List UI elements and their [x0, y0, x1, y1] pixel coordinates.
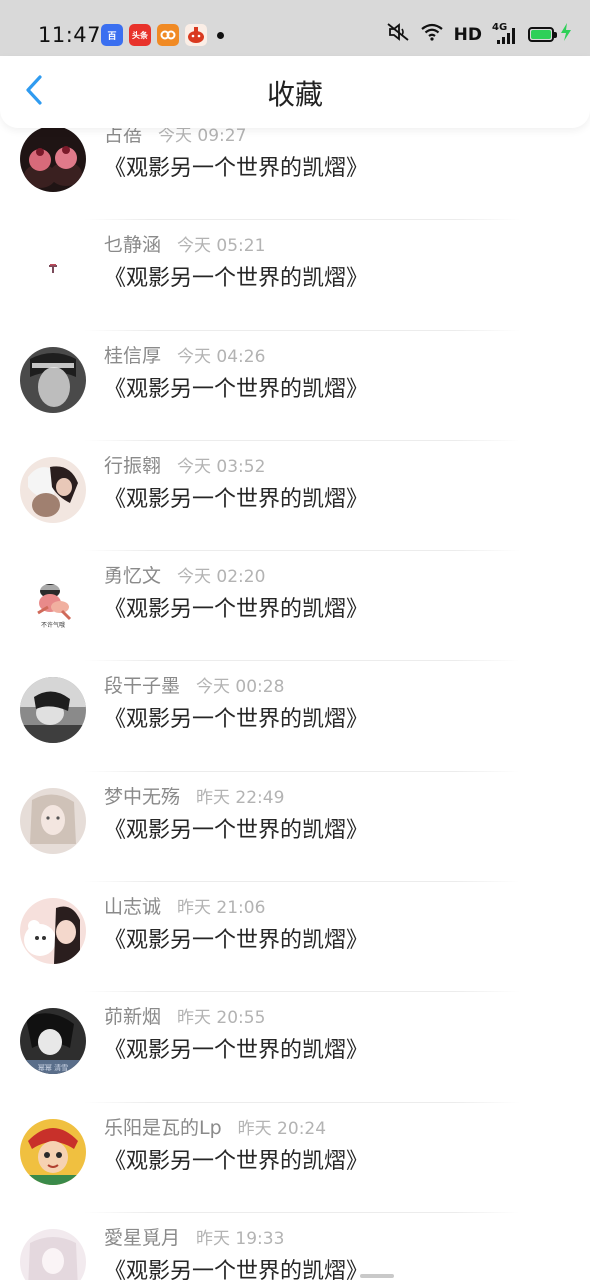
timestamp: 今天 04:26	[177, 346, 266, 367]
page-title: 收藏	[266, 78, 323, 111]
list-item[interactable]: 愛星覓月 昨天 19:33 《观影另一个世界的凯熠》	[0, 1213, 590, 1280]
user-name: 桂信厚	[104, 344, 162, 367]
notification-icons: 百 头条	[101, 24, 224, 46]
battery-icon	[528, 27, 557, 42]
charging-icon	[560, 23, 572, 46]
item-meta: 段干子墨 今天 00:28	[104, 673, 284, 700]
svg-text:不许气哦: 不许气哦	[41, 621, 65, 629]
item-title: 《观影另一个世界的凯熠》	[104, 1258, 369, 1280]
timestamp: 今天 05:21	[177, 236, 266, 257]
item-title: 《观影另一个世界的凯熠》	[104, 1148, 369, 1174]
timestamp: 昨天 20:55	[177, 1008, 266, 1029]
status-time: 11:47	[38, 23, 102, 47]
avatar[interactable]	[20, 677, 86, 744]
network-type-label: HD	[453, 24, 482, 45]
status-bar: 11:47 百 头条 HD 4G	[0, 0, 590, 56]
list-item[interactable]: 山志诚 昨天 21:06 《观影另一个世界的凯熠》	[0, 882, 590, 993]
scroll-indicator	[360, 1274, 394, 1278]
item-title: 《观影另一个世界的凯熠》	[104, 1038, 369, 1064]
user-name: 梦中无殇	[104, 785, 181, 808]
favorites-screen: 11:47 百 头条 HD 4G 收藏 占蓓 今天 09:27 《观影另一个世界…	[0, 0, 590, 1280]
timestamp: 今天 03:52	[177, 456, 266, 477]
timestamp: 今天 02:20	[177, 567, 266, 588]
user-name: 山志诚	[104, 896, 162, 919]
item-meta: 山志诚 昨天 21:06	[104, 894, 265, 921]
item-meta: 愛星覓月 昨天 19:33	[104, 1225, 284, 1252]
avatar[interactable]: 不许气哦	[20, 567, 86, 634]
avatar[interactable]	[20, 1118, 86, 1185]
item-title: 《观影另一个世界的凯熠》	[104, 707, 369, 733]
mute-icon	[386, 22, 410, 47]
item-meta: 茆新烟 昨天 20:55	[104, 1004, 265, 1031]
app-red-icon	[185, 24, 207, 46]
baidu-icon: 百	[101, 24, 123, 46]
cellular-signal-icon: 4G	[492, 22, 518, 45]
item-meta: 桂信厚 今天 04:26	[104, 343, 265, 370]
list-item[interactable]: 段干子墨 今天 00:28 《观影另一个世界的凯熠》	[0, 661, 590, 773]
user-name: 段干子墨	[104, 675, 181, 698]
timestamp: 昨天 20:24	[237, 1118, 327, 1139]
user-name: 行振翱	[104, 454, 162, 477]
item-meta: 梦中无殇 昨天 22:49	[104, 784, 284, 811]
list-item[interactable]: 乜静涵 今天 05:21 《观影另一个世界的凯熠》	[0, 220, 590, 331]
list-item[interactable]: 幂幂 清雪 茆新烟 昨天 20:55 《观影另一个世界的凯熠》	[0, 992, 590, 1103]
avatar[interactable]	[20, 898, 86, 965]
item-meta: 乐阳是瓦的Lp 昨天 20:24	[104, 1115, 326, 1142]
timestamp: 昨天 22:49	[196, 787, 285, 808]
item-meta: 行振翱 今天 03:52	[104, 453, 265, 480]
user-name: 乐阳是瓦的Lp	[104, 1116, 222, 1139]
item-meta: 乜静涵 今天 05:21	[104, 232, 265, 259]
top-nav-bar: 收藏	[0, 56, 590, 128]
timestamp: 昨天 21:06	[177, 898, 266, 919]
list-item[interactable]: 行振翱 今天 03:52 《观影另一个世界的凯熠》	[0, 441, 590, 552]
item-title: 《观影另一个世界的凯熠》	[104, 597, 369, 623]
wifi-icon	[420, 22, 444, 47]
list-item[interactable]: 梦中无殇 昨天 22:49 《观影另一个世界的凯熠》	[0, 772, 590, 883]
avatar[interactable]	[20, 236, 86, 303]
more-notifications-dot	[217, 31, 224, 39]
avatar[interactable]	[20, 787, 86, 854]
item-title: 《观影另一个世界的凯熠》	[104, 928, 369, 954]
list-item[interactable]: 乐阳是瓦的Lp 昨天 20:24 《观影另一个世界的凯熠》	[0, 1103, 590, 1214]
avatar[interactable]	[20, 346, 86, 413]
favorites-list: 占蓓 今天 09:27 《观影另一个世界的凯熠》 乜静涵 今天 05:21 《观…	[0, 124, 590, 1280]
avatar[interactable]	[20, 456, 86, 523]
item-title: 《观影另一个世界的凯熠》	[104, 376, 369, 402]
item-title: 《观影另一个世界的凯熠》	[104, 156, 369, 181]
user-name: 勇忆文	[104, 565, 162, 588]
list-item[interactable]: 桂信厚 今天 04:26 《观影另一个世界的凯熠》	[0, 331, 590, 442]
item-title: 《观影另一个世界的凯熠》	[104, 817, 369, 843]
list-item[interactable]: 不许气哦 勇忆文 今天 02:20 《观影另一个世界的凯熠》	[0, 551, 590, 662]
timestamp: 昨天 19:33	[196, 1228, 285, 1249]
avatar[interactable]: 幂幂 清雪	[20, 1008, 86, 1075]
user-name: 茆新烟	[104, 1006, 162, 1029]
svg-text:幂幂 清雪: 幂幂 清雪	[38, 1063, 68, 1072]
user-name: 乜静涵	[104, 234, 162, 257]
item-meta: 勇忆文 今天 02:20	[104, 563, 265, 590]
app-orange-icon	[157, 24, 179, 46]
item-title: 《观影另一个世界的凯熠》	[104, 486, 369, 512]
item-title: 《观影另一个世界的凯熠》	[104, 266, 369, 292]
user-name: 愛星覓月	[104, 1226, 181, 1249]
avatar[interactable]	[20, 126, 86, 192]
timestamp: 今天 00:28	[196, 677, 285, 698]
toutiao-icon: 头条	[129, 24, 151, 46]
status-right: HD 4G	[386, 22, 572, 47]
avatar[interactable]	[20, 1228, 86, 1280]
